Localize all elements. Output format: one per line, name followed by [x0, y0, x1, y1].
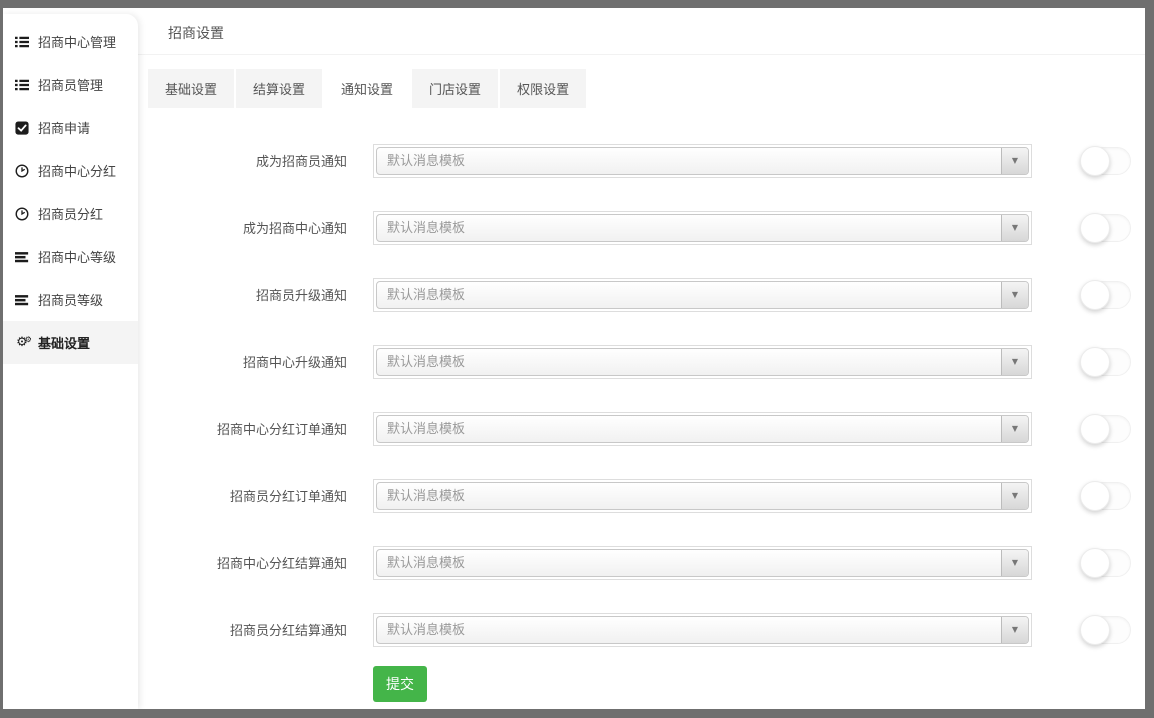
form-row-label: 招商员分红订单通知 [138, 486, 347, 505]
toggle-knob [1080, 414, 1110, 444]
form-row: 招商员升级通知 默认消息模板 ▼ [138, 261, 1145, 328]
chevron-down-icon[interactable]: ▼ [1001, 617, 1028, 643]
select-value: 默认消息模板 [377, 550, 1001, 576]
form-row-label: 招商中心分红结算通知 [138, 553, 347, 572]
template-select[interactable]: 默认消息模板 ▼ [373, 144, 1032, 178]
toggle-knob [1080, 615, 1110, 645]
toggle-switch[interactable] [1081, 482, 1131, 510]
sidebar: ⚙⚙ 招商中心管理 [3, 14, 138, 709]
toggle-switch[interactable] [1081, 147, 1131, 175]
settings-form: 成为招商员通知 默认消息模板 ▼ 成为招商中心通知 默认消息模板 [138, 127, 1145, 663]
select-value: 默认消息模板 [377, 282, 1001, 308]
app-window: ⚙⚙ 招商中心管理 [3, 8, 1145, 709]
template-select[interactable]: 默认消息模板 ▼ [373, 479, 1032, 513]
form-row-label: 招商中心分红订单通知 [138, 419, 347, 438]
toggle-knob [1080, 146, 1110, 176]
sidebar-item[interactable]: ⚙⚙ 招商申请 [3, 106, 138, 149]
cogs-icon: ⚙⚙ [16, 336, 28, 349]
sidebar-item[interactable]: ⚙⚙ 招商员分红 [3, 192, 138, 235]
chevron-down-icon[interactable]: ▼ [1001, 282, 1028, 308]
toggle-knob [1080, 347, 1110, 377]
submit-button[interactable]: 提交 [373, 666, 427, 702]
form-row: 招商员分红订单通知 默认消息模板 ▼ [138, 462, 1145, 529]
chevron-down-icon[interactable]: ▼ [1001, 349, 1028, 375]
page-title: 招商设置 [168, 25, 224, 41]
sidebar-item-label: 招商中心分红 [38, 161, 116, 180]
page-header: 招商设置 [138, 8, 1145, 55]
sidebar-item-label: 招商申请 [38, 118, 90, 137]
chevron-down-icon[interactable]: ▼ [1001, 148, 1028, 174]
form-row: 招商中心分红订单通知 默认消息模板 ▼ [138, 395, 1145, 462]
list-icon [15, 35, 29, 49]
bars-icon [15, 293, 29, 307]
chevron-down-icon[interactable]: ▼ [1001, 550, 1028, 576]
check-square-icon [15, 121, 29, 135]
toggle-switch[interactable] [1081, 616, 1131, 644]
form-row: 成为招商员通知 默认消息模板 ▼ [138, 127, 1145, 194]
form-row: 招商中心分红结算通知 默认消息模板 ▼ [138, 529, 1145, 596]
chevron-down-icon[interactable]: ▼ [1001, 416, 1028, 442]
form-row-label: 招商员分红结算通知 [138, 620, 347, 639]
sidebar-item-label: 招商员分红 [38, 204, 103, 223]
sidebar-item[interactable]: ⚙⚙ 招商员管理 [3, 63, 138, 106]
chevron-down-icon[interactable]: ▼ [1001, 215, 1028, 241]
toggle-switch[interactable] [1081, 549, 1131, 577]
form-row-label: 成为招商员通知 [138, 151, 347, 170]
select-value: 默认消息模板 [377, 148, 1001, 174]
sidebar-item-label: 招商员管理 [38, 75, 103, 94]
form-row: 成为招商中心通知 默认消息模板 ▼ [138, 194, 1145, 261]
form-row-label: 招商中心升级通知 [138, 352, 347, 371]
toggle-knob [1080, 548, 1110, 578]
template-select[interactable]: 默认消息模板 ▼ [373, 278, 1032, 312]
template-select[interactable]: 默认消息模板 ▼ [373, 412, 1032, 446]
sidebar-item[interactable]: ⚙⚙ 招商中心等级 [3, 235, 138, 278]
select-value: 默认消息模板 [377, 215, 1001, 241]
tab[interactable]: 基础设置 [148, 69, 234, 108]
tab[interactable]: 权限设置 [500, 69, 586, 108]
tab[interactable]: 门店设置 [412, 69, 498, 108]
form-row: 招商员分红结算通知 默认消息模板 ▼ [138, 596, 1145, 663]
toggle-knob [1080, 213, 1110, 243]
main-content: 招商设置 基础设置结算设置通知设置门店设置权限设置 成为招商员通知 默认消息模板… [138, 8, 1145, 709]
form-row-label: 成为招商中心通知 [138, 218, 347, 237]
toggle-switch[interactable] [1081, 281, 1131, 309]
sidebar-item-label: 招商中心等级 [38, 247, 116, 266]
template-select[interactable]: 默认消息模板 ▼ [373, 613, 1032, 647]
sidebar-item[interactable]: ⚙⚙ 招商中心管理 [3, 20, 138, 63]
sidebar-item[interactable]: ⚙⚙ 招商员等级 [3, 278, 138, 321]
toggle-knob [1080, 481, 1110, 511]
sidebar-item[interactable]: ⚙⚙ 招商中心分红 [3, 149, 138, 192]
list-icon [15, 78, 29, 92]
sidebar-item[interactable]: ⚙⚙ 基础设置 [3, 321, 138, 364]
bars-icon [15, 250, 29, 264]
chevron-down-icon[interactable]: ▼ [1001, 483, 1028, 509]
tab[interactable]: 通知设置 [324, 69, 410, 108]
select-value: 默认消息模板 [377, 349, 1001, 375]
toggle-switch[interactable] [1081, 348, 1131, 376]
clock-icon [15, 164, 29, 178]
clock-icon [15, 207, 29, 221]
sidebar-item-label: 招商员等级 [38, 290, 103, 309]
form-row-label: 招商员升级通知 [138, 285, 347, 304]
template-select[interactable]: 默认消息模板 ▼ [373, 211, 1032, 245]
template-select[interactable]: 默认消息模板 ▼ [373, 546, 1032, 580]
form-row: 招商中心升级通知 默认消息模板 ▼ [138, 328, 1145, 395]
toggle-knob [1080, 280, 1110, 310]
sidebar-item-label: 基础设置 [38, 333, 90, 352]
select-value: 默认消息模板 [377, 483, 1001, 509]
select-value: 默认消息模板 [377, 617, 1001, 643]
tab-bar: 基础设置结算设置通知设置门店设置权限设置 [148, 69, 1145, 108]
select-value: 默认消息模板 [377, 416, 1001, 442]
template-select[interactable]: 默认消息模板 ▼ [373, 345, 1032, 379]
sidebar-item-label: 招商中心管理 [38, 32, 116, 51]
tab[interactable]: 结算设置 [236, 69, 322, 108]
toggle-switch[interactable] [1081, 214, 1131, 242]
toggle-switch[interactable] [1081, 415, 1131, 443]
